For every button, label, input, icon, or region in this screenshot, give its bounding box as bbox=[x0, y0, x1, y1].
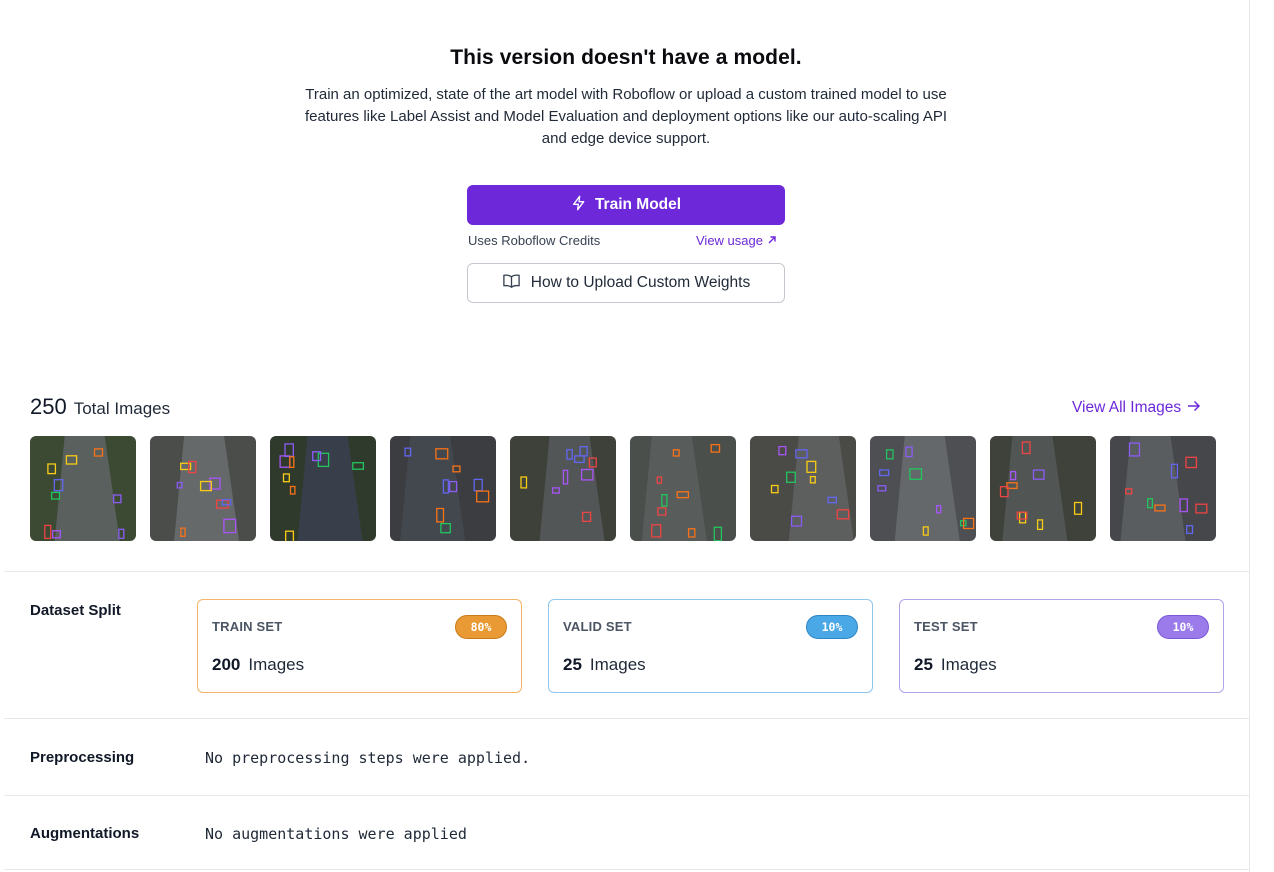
upload-custom-weights-button[interactable]: How to Upload Custom Weights bbox=[467, 263, 785, 303]
image-thumbnail[interactable] bbox=[630, 436, 736, 541]
aerial-road-image bbox=[30, 436, 136, 541]
empty-model-title: This version doesn't have a model. bbox=[450, 46, 802, 69]
image-thumbnail[interactable] bbox=[510, 436, 616, 541]
test-set-percent-badge: 10% bbox=[1157, 615, 1209, 639]
image-thumbnail[interactable] bbox=[270, 436, 376, 541]
page-right-border bbox=[1249, 0, 1250, 872]
augmentations-label: Augmentations bbox=[30, 825, 140, 842]
aerial-road-image bbox=[870, 436, 976, 541]
divider bbox=[4, 869, 1250, 870]
aerial-road-image bbox=[390, 436, 496, 541]
view-all-images-label: View All Images bbox=[1072, 399, 1182, 416]
image-thumbnail[interactable] bbox=[1110, 436, 1216, 541]
test-set-unit: Images bbox=[940, 655, 997, 674]
view-usage-link[interactable]: View usage bbox=[696, 233, 777, 248]
view-usage-label: View usage bbox=[696, 233, 763, 248]
divider bbox=[4, 718, 1250, 719]
total-images-label: Total Images bbox=[73, 399, 171, 418]
image-thumbnail[interactable] bbox=[390, 436, 496, 541]
test-set-card[interactable]: TEST SET 10% 25 Images bbox=[899, 599, 1224, 693]
view-all-images-link[interactable]: View All Images bbox=[1072, 399, 1201, 417]
augmentations-value: No augmentations were applied bbox=[205, 825, 467, 843]
train-set-count: 200 bbox=[212, 655, 241, 674]
valid-set-percent-badge: 10% bbox=[806, 615, 858, 639]
train-set-card[interactable]: TRAIN SET 80% 200 Images bbox=[197, 599, 522, 693]
aerial-road-image bbox=[150, 436, 256, 541]
test-set-name: TEST SET bbox=[914, 619, 978, 634]
total-images-heading: 250 Total Images bbox=[30, 394, 170, 420]
train-set-name: TRAIN SET bbox=[212, 619, 283, 634]
aerial-road-image bbox=[630, 436, 736, 541]
total-images-count: 250 bbox=[30, 394, 67, 419]
preprocessing-value: No preprocessing steps were applied. bbox=[205, 749, 531, 767]
valid-set-name: VALID SET bbox=[563, 619, 632, 634]
test-set-count: 25 bbox=[914, 655, 933, 674]
dataset-split-label: Dataset Split bbox=[30, 602, 121, 619]
train-set-unit: Images bbox=[248, 655, 305, 674]
arrow-right-icon bbox=[1187, 399, 1201, 417]
valid-set-count: 25 bbox=[563, 655, 582, 674]
image-thumbnail[interactable] bbox=[30, 436, 136, 541]
image-thumbnail[interactable] bbox=[750, 436, 856, 541]
valid-set-card[interactable]: VALID SET 10% 25 Images bbox=[548, 599, 873, 693]
image-thumbnail[interactable] bbox=[150, 436, 256, 541]
aerial-road-image bbox=[1110, 436, 1216, 541]
image-thumbnails bbox=[30, 436, 1216, 541]
arrow-up-right-icon bbox=[767, 234, 777, 248]
aerial-road-image bbox=[750, 436, 856, 541]
aerial-road-image bbox=[990, 436, 1096, 541]
aerial-road-image bbox=[510, 436, 616, 541]
upload-custom-weights-label: How to Upload Custom Weights bbox=[530, 274, 751, 291]
credits-label: Uses Roboflow Credits bbox=[468, 233, 601, 248]
train-model-label: Train Model bbox=[594, 196, 682, 213]
preprocessing-label: Preprocessing bbox=[30, 749, 135, 766]
divider bbox=[4, 571, 1250, 572]
train-set-percent-badge: 80% bbox=[455, 615, 507, 639]
aerial-road-image bbox=[270, 436, 376, 541]
image-thumbnail[interactable] bbox=[870, 436, 976, 541]
divider bbox=[4, 795, 1250, 796]
book-open-icon bbox=[502, 273, 521, 294]
train-model-button[interactable]: Train Model bbox=[467, 185, 785, 225]
image-thumbnail[interactable] bbox=[990, 436, 1096, 541]
empty-model-description: Train an optimized, state of the art mod… bbox=[304, 86, 948, 147]
valid-set-unit: Images bbox=[589, 655, 646, 674]
lightning-icon bbox=[571, 195, 587, 216]
